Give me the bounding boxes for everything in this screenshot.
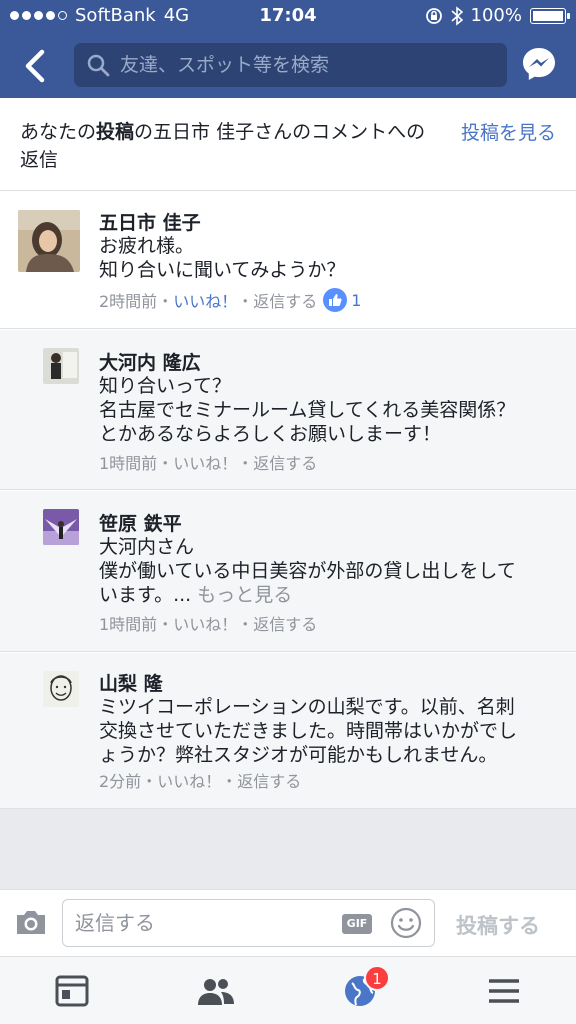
menu-icon[interactable] — [484, 971, 524, 1011]
emoji-icon[interactable] — [390, 907, 422, 939]
tab-bar: 1 — [0, 956, 576, 1024]
see-more-link[interactable]: もっと見る — [197, 584, 292, 606]
main-comment: 五日市 佳子 お疲れ様。 知り合いに聞いてみようか？ 2時間前 ・ いいね！ ・… — [0, 192, 576, 329]
notifications-tab[interactable]: 1 — [340, 965, 390, 1011]
search-input[interactable] — [120, 54, 507, 76]
avatar[interactable] — [43, 509, 79, 545]
like-count: 1 — [351, 290, 362, 310]
comment-meta: 1時間前 ・ いいね！ ・ 返信する — [99, 611, 317, 635]
comment-time: 1時間前 — [99, 454, 158, 473]
battery-percent: 100% — [470, 5, 522, 26]
status-right: 100% — [425, 5, 570, 26]
reply-composer: GIF 投稿する — [0, 889, 576, 956]
like-count-badge[interactable]: 1 — [323, 288, 361, 312]
reply-button[interactable]: 返信する — [237, 768, 301, 792]
bluetooth-icon — [450, 5, 463, 26]
like-button[interactable]: いいね！ — [173, 611, 237, 635]
comment-author[interactable]: 大河内 隆広 — [99, 348, 201, 375]
comment-time: 1時間前 — [99, 615, 158, 634]
news-feed-icon[interactable] — [52, 971, 92, 1011]
comment-text: お疲れ様。 知り合いに聞いてみようか？ — [99, 235, 346, 281]
top-bar: SoftBank 4G 17:04 100% — [0, 0, 576, 98]
comment-author[interactable]: 山梨 隆 — [99, 669, 163, 696]
reply-input[interactable] — [75, 908, 335, 938]
avatar[interactable] — [43, 671, 79, 707]
nav-row — [0, 42, 576, 90]
context-text: あなたの投稿の五日市 佳子さんのコメントへの返信 — [20, 121, 426, 171]
search-bar[interactable] — [74, 43, 507, 87]
view-post-link[interactable]: 投稿を見る — [461, 118, 556, 145]
comment-time: 2分前 — [99, 772, 142, 791]
status-bar: SoftBank 4G 17:04 100% — [0, 0, 576, 32]
messenger-icon[interactable] — [520, 45, 558, 83]
comment-author[interactable]: 五日市 佳子 — [99, 208, 201, 235]
search-icon — [87, 54, 110, 77]
reply-box[interactable]: GIF — [62, 899, 435, 947]
comment-text: 知り合いって？ 名古屋でセミナールーム貸してくれる美容関係？ とかあるならよろし… — [99, 375, 516, 445]
reply-button[interactable]: 返信する — [253, 288, 317, 312]
gif-button[interactable]: GIF — [342, 914, 372, 934]
comment-text: ミツイコーポレーションの山梨です。以前、名刺 交換させていただきました。時間帯は… — [99, 696, 518, 766]
empty-area — [0, 809, 576, 889]
reply-button[interactable]: 返信する — [253, 450, 317, 474]
reply-button[interactable]: 返信する — [253, 611, 317, 635]
notification-badge: 1 — [364, 965, 390, 991]
camera-icon[interactable] — [14, 907, 48, 937]
back-arrow-icon[interactable] — [18, 46, 52, 86]
reply-item: 大河内 隆広 知り合いって？ 名古屋でセミナールーム貸してくれる美容関係？ とか… — [0, 330, 576, 490]
comment-meta: 1時間前 ・ いいね！ ・ 返信する — [99, 450, 317, 474]
comment-meta: 2時間前 ・ いいね！ ・ 返信する 1 — [99, 288, 361, 312]
battery-icon — [530, 7, 570, 24]
like-button[interactable]: いいね！ — [157, 768, 221, 792]
comment-author[interactable]: 笹原 鉄平 — [99, 509, 182, 536]
reply-context-header: あなたの投稿の五日市 佳子さんのコメントへの返信 投稿を見る — [0, 98, 576, 191]
avatar[interactable] — [43, 348, 79, 384]
thumbs-up-icon — [323, 288, 348, 312]
like-button[interactable]: いいね！ — [173, 288, 237, 312]
comment-meta: 2分前 ・ いいね！ ・ 返信する — [99, 768, 301, 792]
like-button[interactable]: いいね！ — [173, 450, 237, 474]
reply-item: 山梨 隆 ミツイコーポレーションの山梨です。以前、名刺 交換させていただきました… — [0, 653, 576, 809]
comment-text: 大河内さん 僕が働いている中日美容が外部の貸し出しをして います。... もっと… — [99, 536, 516, 606]
comment-time: 2時間前 — [99, 292, 158, 311]
rotation-lock-icon — [425, 7, 442, 24]
avatar[interactable] — [18, 210, 80, 272]
post-button[interactable]: 投稿する — [456, 910, 540, 940]
reply-item: 笹原 鉄平 大河内さん 僕が働いている中日美容が外部の貸し出しをして います。.… — [0, 491, 576, 652]
friends-icon[interactable] — [196, 971, 236, 1011]
